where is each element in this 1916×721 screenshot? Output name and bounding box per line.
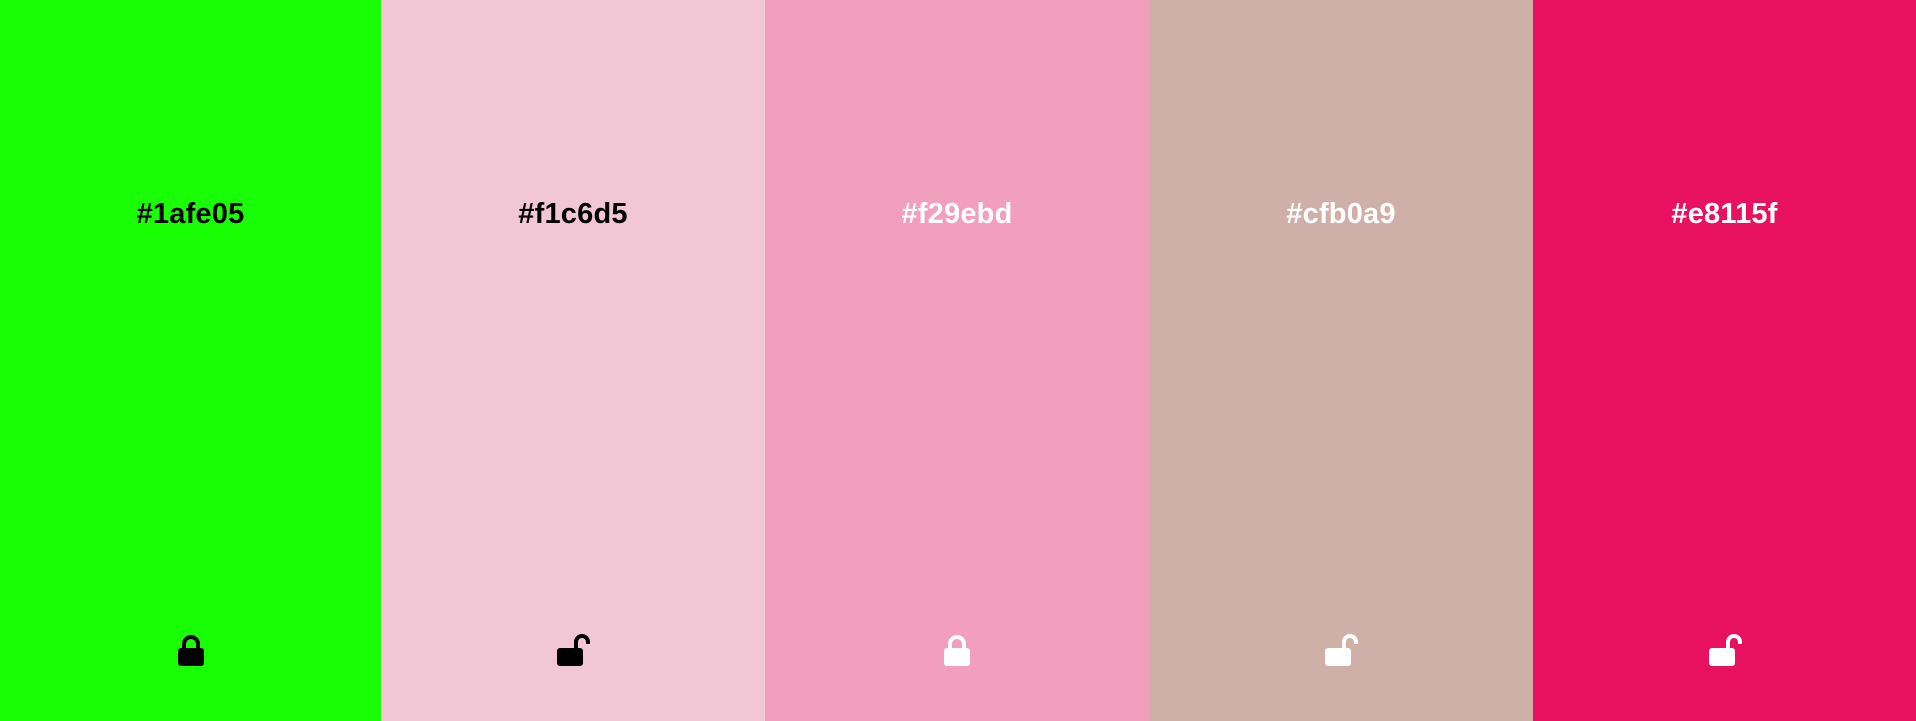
color-palette: #1afe05 #f1c6d5 #f29ebd #cfb0a9 #e8115f [0, 0, 1916, 721]
hex-code-label[interactable]: #e8115f [1533, 196, 1916, 232]
lock-closed-icon [177, 634, 205, 666]
lock-toggle-button[interactable] [940, 630, 974, 670]
color-swatch-2[interactable]: #f1c6d5 [381, 0, 765, 721]
color-swatch-3[interactable]: #f29ebd [765, 0, 1149, 721]
hex-code-label[interactable]: #f1c6d5 [381, 196, 765, 232]
color-swatch-1[interactable]: #1afe05 [0, 0, 381, 721]
color-swatch-5[interactable]: #e8115f [1533, 0, 1916, 721]
hex-code-label[interactable]: #1afe05 [0, 196, 381, 232]
hex-code-label[interactable]: #f29ebd [765, 196, 1149, 232]
lock-open-icon [1708, 634, 1742, 666]
color-swatch-4[interactable]: #cfb0a9 [1149, 0, 1533, 721]
lock-toggle-button[interactable] [1324, 630, 1358, 670]
hex-code-label[interactable]: #cfb0a9 [1149, 196, 1533, 232]
lock-open-icon [556, 634, 590, 666]
lock-toggle-button[interactable] [556, 630, 590, 670]
lock-toggle-button[interactable] [174, 630, 208, 670]
lock-open-icon [1324, 634, 1358, 666]
lock-closed-icon [943, 634, 971, 666]
lock-toggle-button[interactable] [1708, 630, 1742, 670]
